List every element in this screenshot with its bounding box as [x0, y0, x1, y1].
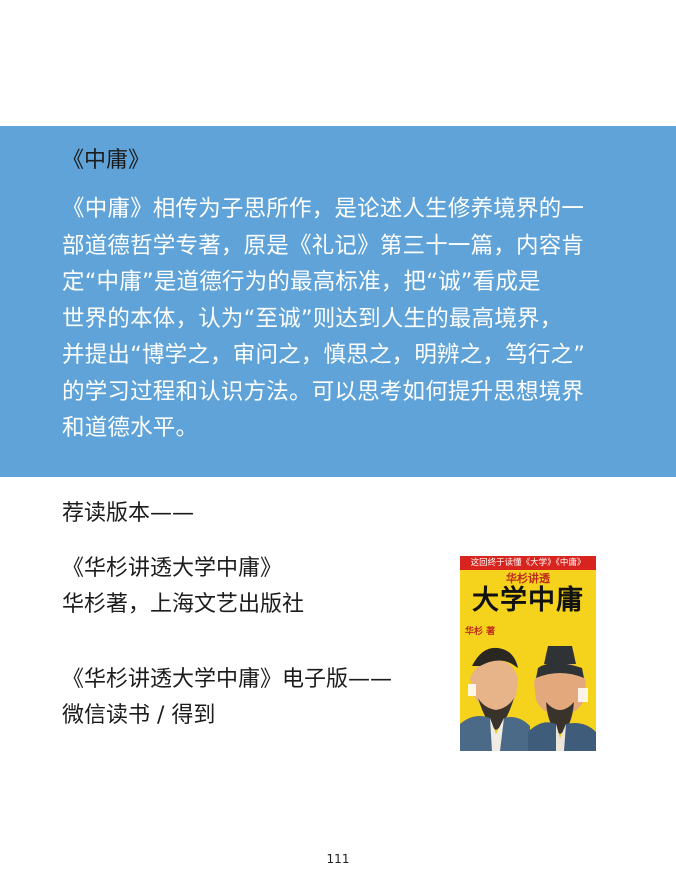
- recommend-label: 荐读版本——: [62, 501, 195, 526]
- section-body: 《中庸》相传为子思所作，是论述人生修养境界的一 部道德哲学专著，原是《礼记》第三…: [62, 191, 618, 447]
- body-line: 的学习过程和认识方法。可以思考如何提升思想境界: [62, 378, 585, 405]
- cover-subtitle: 华杉讲透: [506, 572, 550, 585]
- body-line: 和道德水平。: [62, 415, 199, 441]
- body-line: 《中庸》相传为子思所作，是论述人生修养境界的一: [62, 196, 585, 222]
- print-edition-publisher: 华杉著，上海文艺出版社: [62, 592, 305, 617]
- cover-band-text: 这回终于读懂《大学》《中庸》: [460, 556, 596, 570]
- body-line: 部道德哲学专著，原是《礼记》第三十一篇，内容肯: [62, 232, 585, 259]
- ebook-edition: 《华杉讲透大学中庸》电子版—— 微信读书 / 得到: [62, 662, 392, 734]
- cover-main-title: 大学中庸: [472, 585, 584, 616]
- page-number: 111: [326, 852, 350, 866]
- body-line: 并提出“博学之，审问之，慎思之，明辨之，笃行之”: [62, 342, 586, 368]
- ebook-edition-title: 《华杉讲透大学中庸》电子版——: [62, 667, 393, 692]
- section-title: 《中庸》: [62, 148, 151, 173]
- body-line: 定“中庸”是道德行为的最高标准，把“诚”看成是: [62, 269, 541, 295]
- ebook-platforms: 微信读书 / 得到: [62, 703, 216, 728]
- book-cover-image: 这回终于读懂《大学》《中庸》 华杉讲透 大学中庸 华杉 著: [460, 556, 596, 751]
- body-line: 世界的本体，认为“至诚”则达到人生的最高境界，: [62, 305, 563, 332]
- print-edition: 《华杉讲透大学中庸》 华杉著，上海文艺出版社: [62, 551, 304, 623]
- cover-figures-illustration: [460, 638, 596, 751]
- cover-author: 华杉 著: [465, 627, 496, 637]
- print-edition-title: 《华杉讲透大学中庸》: [62, 556, 283, 581]
